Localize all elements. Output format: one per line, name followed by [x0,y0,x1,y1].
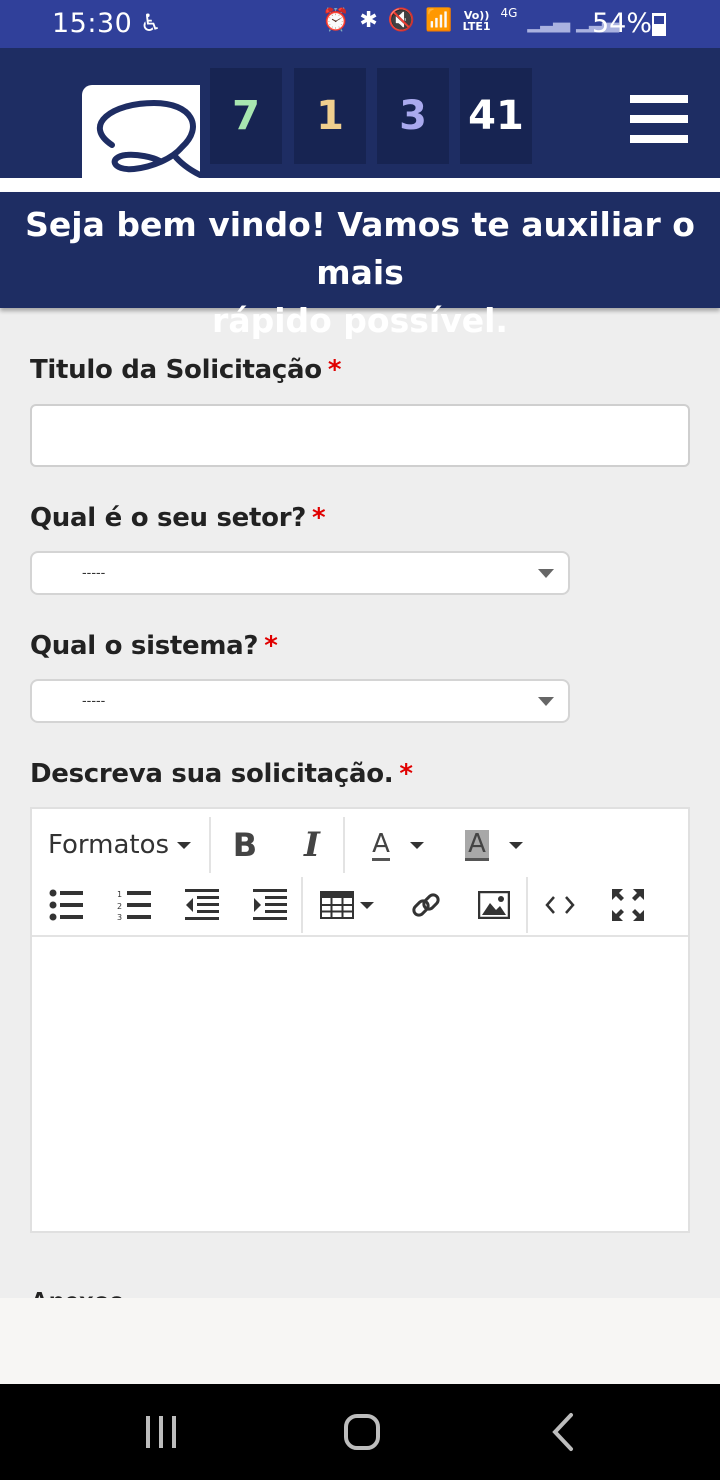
attachments-label-partial: Anexos [30,1286,124,1298]
counter-value: 41 [468,93,524,139]
source-code-button[interactable] [540,885,580,925]
chevron-down-icon [538,569,554,578]
battery-icon [652,13,666,36]
description-label: Descreva sua solicitação. * [30,759,413,789]
counter-value: 3 [399,93,427,139]
numbered-list-icon: 1 2 3 [117,890,151,921]
welcome-banner: Seja bem vindo! Vamos te auxiliar o mais… [0,192,720,340]
volte-indicator: Vo)) LTE1 [462,8,491,33]
rich-text-editor: Formatos B I A A 1 2 3 [30,807,690,1233]
title-input[interactable] [30,404,690,467]
mute-icon: 🔇 [387,8,416,33]
app-header: 7 1 3 41 [0,48,720,178]
editor-content-area[interactable] [32,939,688,1231]
italic-button[interactable]: I [287,823,337,867]
company-logo[interactable] [82,85,200,178]
battery-fill [654,24,664,34]
chevron-down-icon [508,841,523,849]
table-icon [320,891,354,919]
header-divider [0,178,720,192]
accessibility-icon: ♿ [140,9,162,37]
counter-green[interactable]: 7 [210,68,282,164]
chevron-down-icon [538,697,554,706]
indent-icon [253,889,287,920]
formats-dropdown[interactable]: Formatos [48,823,192,867]
logo-swirl-icon [96,99,200,178]
hamburger-menu-icon[interactable] [630,95,688,143]
recent-apps-icon[interactable] [144,1414,178,1450]
counter-value: 7 [232,93,260,139]
counter-purple[interactable]: 3 [377,68,449,164]
bullet-list-button[interactable] [46,885,86,925]
text-color-icon: A [372,828,390,861]
chevron-down-icon [360,901,374,909]
svg-text:1: 1 [117,890,122,899]
signal-icon: ▁▂▃ [527,8,570,33]
background-color-button[interactable]: A [450,823,538,867]
text-color-button[interactable]: A [354,823,442,867]
chevron-down-icon [409,841,424,849]
outdent-button[interactable] [182,885,222,925]
table-button[interactable] [316,885,378,925]
status-time: 15:30 [52,8,133,39]
system-select[interactable]: ----- [30,679,570,723]
image-button[interactable] [474,885,514,925]
page-footer-area [0,1298,720,1384]
required-mark: * [399,759,413,789]
back-icon[interactable] [550,1412,576,1452]
svg-text:3: 3 [117,913,122,921]
link-button[interactable] [406,885,446,925]
link-icon [412,893,440,917]
bluetooth-icon: ✱ [359,8,378,33]
toolbar-separator [343,817,345,873]
fullscreen-icon [612,889,644,921]
required-mark: * [327,355,342,385]
counter-yellow[interactable]: 1 [294,68,366,164]
required-mark: * [312,503,326,533]
background-color-icon: A [465,829,489,861]
required-mark: * [264,631,278,661]
alarm-icon: ⏰ [322,8,350,33]
code-icon [545,896,575,914]
network-4g-label: 4G [500,6,518,20]
toolbar-separator [209,817,211,873]
editor-toolbar: Formatos B I A A 1 2 3 [32,809,688,937]
numbered-list-button[interactable]: 1 2 3 [114,885,154,925]
system-selected-value: ----- [82,692,106,708]
status-icons: ⏰ ✱ 🔇 📶 Vo)) LTE1 4G ▁▂▃ ▁▂▃ [322,6,619,33]
sector-select[interactable]: ----- [30,551,570,595]
system-label: Qual o sistema? * [30,631,278,661]
sector-label: Qual é o seu setor? * [30,503,326,533]
fullscreen-button[interactable] [608,885,648,925]
outdent-icon [185,889,219,920]
battery-percent: 54% [592,8,653,39]
wifi-icon: 📶 [425,8,453,33]
chevron-down-icon [177,841,192,849]
indent-button[interactable] [250,885,290,925]
bullet-list-icon [49,889,83,921]
image-icon [478,891,510,919]
toolbar-separator [526,877,528,933]
sector-selected-value: ----- [82,564,106,580]
bold-button[interactable]: B [220,823,270,867]
welcome-line-1: Seja bem vindo! Vamos te auxiliar o mais [25,205,695,292]
title-label: Titulo da Solicitação * [30,355,342,385]
counter-white[interactable]: 41 [460,68,532,164]
toolbar-separator [301,877,303,933]
svg-text:2: 2 [117,902,122,911]
system-navigation-bar [0,1384,720,1480]
counter-value: 1 [316,93,344,139]
status-bar: 15:30 ♿ ⏰ ✱ 🔇 📶 Vo)) LTE1 4G ▁▂▃ ▁▂▃ 54% [0,0,720,48]
welcome-line-2: rápido possível. [212,301,508,340]
home-icon[interactable] [343,1413,381,1451]
